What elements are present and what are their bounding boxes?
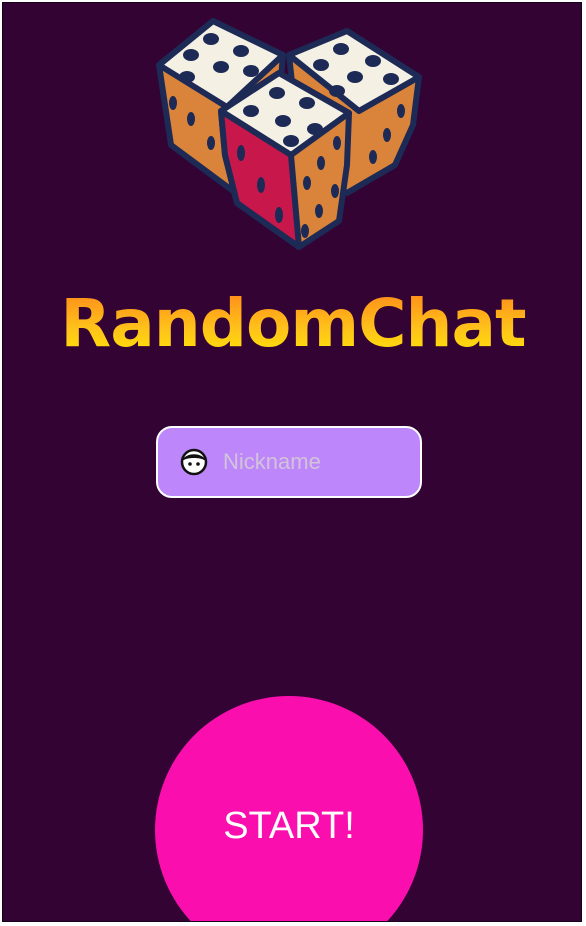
start-button[interactable]: START!	[155, 696, 423, 921]
start-button-label: START!	[223, 805, 355, 847]
dice-icon	[156, 18, 422, 250]
app-screen: RandomChat START!	[2, 2, 582, 922]
nickname-input[interactable]	[223, 449, 403, 475]
face-icon	[180, 448, 208, 476]
app-title: RandomChat	[3, 279, 581, 369]
nickname-field[interactable]	[156, 426, 422, 498]
